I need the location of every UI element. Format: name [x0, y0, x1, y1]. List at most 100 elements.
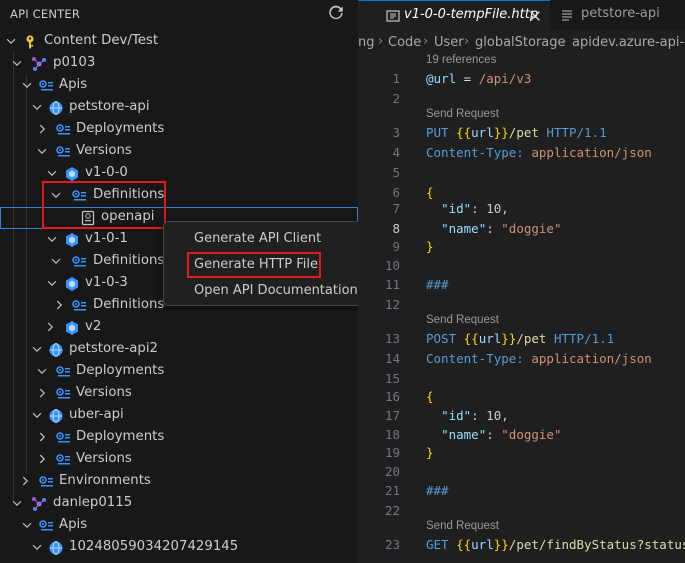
editor-pane: v1-0-0-tempFile.http petstore-api ng › C…: [358, 0, 685, 563]
close-icon[interactable]: [528, 9, 542, 23]
code-token: GET: [426, 537, 449, 552]
settings-group-icon: [55, 144, 71, 160]
code-token: HTTP/1.1: [546, 331, 615, 346]
code-line-23[interactable]: GET {{url}}/pet/findByStatus?status: [426, 537, 685, 552]
line-number: 16: [384, 389, 400, 404]
tree-item-label: Deployments: [76, 363, 165, 378]
tree-item-versions[interactable]: Versions: [0, 141, 358, 163]
tree-item-content-dev-test[interactable]: Content Dev/Test: [0, 31, 358, 53]
code-line-7[interactable]: "id": 10,: [426, 201, 509, 216]
code-line-16[interactable]: {: [426, 389, 434, 404]
code-token: ,: [501, 201, 509, 216]
code-line-6[interactable]: {: [426, 185, 434, 200]
tree-item-deployments[interactable]: Deployments: [0, 427, 358, 449]
code-line-9[interactable]: }: [426, 239, 434, 254]
code-line-17[interactable]: "id": 10,: [426, 408, 509, 423]
breadcrumb-item[interactable]: globalStorage: [475, 35, 566, 50]
tree-item-label: Deployments: [76, 121, 165, 136]
chevron-down-icon: [49, 254, 63, 268]
tree-item-deployments[interactable]: Deployments: [0, 119, 358, 141]
tree-item-apis[interactable]: Apis: [0, 515, 358, 537]
refresh-icon[interactable]: [327, 4, 345, 22]
code-token: {{: [448, 537, 472, 552]
tree-item-deployments[interactable]: Deployments: [0, 361, 358, 383]
tree-item-petstore-api2[interactable]: petstore-api2: [0, 339, 358, 361]
code-token: 10: [486, 408, 502, 423]
code-lens-send-request[interactable]: Send Request: [426, 108, 499, 120]
breadcrumb-item[interactable]: User: [434, 35, 464, 50]
apim-service-icon: [31, 496, 47, 512]
code-line-21[interactable]: ###: [426, 483, 449, 498]
api-globe-icon: [48, 100, 64, 116]
chevron-right-icon: [35, 386, 49, 400]
tree-item-label: Environments: [59, 473, 151, 488]
code-lens-send-request[interactable]: Send Request: [426, 314, 499, 326]
line-number: 20: [384, 464, 400, 479]
tree-item-api-10248059034207429145[interactable]: 10248059034207429145: [0, 537, 358, 559]
tree-item-petstore-api[interactable]: petstore-api: [0, 97, 358, 119]
tab-v1-0-0-tempfile[interactable]: v1-0-0-tempFile.http: [358, 0, 550, 30]
api-globe-icon: [48, 540, 64, 556]
line-number: 14: [384, 351, 400, 366]
line-number-current: 8: [392, 221, 400, 236]
line-number: 18: [384, 427, 400, 442]
tree-item-label: petstore-api: [69, 99, 150, 114]
code-line-1[interactable]: @url = /api/v3: [426, 71, 531, 86]
code-token: :: [471, 408, 487, 423]
code-line-4[interactable]: Content-Type: application/json: [426, 145, 652, 160]
code-lens-references[interactable]: 19 references: [426, 54, 496, 66]
code-token: /api/v3: [478, 71, 532, 86]
settings-group-icon: [38, 474, 54, 490]
code-lens-send-request[interactable]: Send Request: [426, 520, 499, 532]
code-line-11[interactable]: ###: [426, 277, 449, 292]
apim-service-icon: [31, 56, 47, 72]
code-line-14[interactable]: Content-Type: application/json: [426, 351, 652, 366]
code-line-8[interactable]: "name": "doggie": [426, 221, 561, 236]
tree-item-label: v2: [85, 319, 102, 334]
settings-group-icon: [55, 430, 71, 446]
chevron-right-icon: ›: [378, 34, 384, 49]
tree-item-label: Content Dev/Test: [44, 33, 159, 48]
version-cube-icon: [64, 166, 80, 182]
breadcrumb-item[interactable]: apidev.azure-api-ce: [572, 35, 685, 50]
code-token: :: [471, 201, 487, 216]
code-line-13[interactable]: POST {{url}}/pet HTTP/1.1: [426, 331, 614, 346]
line-number: 19: [384, 445, 400, 460]
line-number: 7: [392, 201, 400, 216]
chevron-right-icon: ›: [561, 34, 567, 49]
key-icon: [22, 34, 38, 50]
line-number: 5: [392, 165, 400, 180]
tree-item-p0103[interactable]: p0103: [0, 53, 358, 75]
tree-item-versions[interactable]: Versions: [0, 383, 358, 405]
tree-item-versions[interactable]: Versions: [0, 449, 358, 471]
menu-item-generate-api-client[interactable]: Generate API Client: [194, 231, 321, 246]
line-number: 1: [392, 71, 400, 86]
code-line-19[interactable]: }: [426, 445, 434, 460]
chevron-down-icon: [10, 496, 24, 510]
tree-item-uber-api[interactable]: uber-api: [0, 405, 358, 427]
code-token: :: [486, 427, 502, 442]
code-line-18[interactable]: "name": "doggie": [426, 427, 561, 442]
settings-group-icon: [55, 452, 71, 468]
tree-item-v2[interactable]: v2: [0, 317, 358, 339]
tab-petstore-api[interactable]: petstore-api: [550, 0, 685, 30]
code-token: {{: [448, 125, 472, 140]
chevron-down-icon: [30, 100, 44, 114]
line-number: 12: [384, 297, 400, 312]
code-token: }}: [501, 331, 517, 346]
chevron-down-icon: [20, 78, 34, 92]
version-cube-icon: [64, 276, 80, 292]
menu-item-open-api-documentation[interactable]: Open API Documentation: [194, 283, 358, 298]
breadcrumb-item[interactable]: ng: [358, 35, 375, 50]
breadcrumb-item[interactable]: Code: [388, 35, 421, 50]
settings-group-icon: [38, 78, 54, 94]
chevron-down-icon: [30, 540, 44, 554]
tab-label: v1-0-0-tempFile.http: [404, 7, 539, 22]
code-line-3[interactable]: PUT {{url}}/pet HTTP/1.1: [426, 125, 607, 140]
tree-item-environments[interactable]: Environments: [0, 471, 358, 493]
code-token: :: [486, 221, 502, 236]
chevron-right-icon: [35, 122, 49, 136]
sidebar-header: API CENTER: [0, 0, 358, 31]
tree-item-danlep0115[interactable]: danlep0115: [0, 493, 358, 515]
tree-item-apis[interactable]: Apis: [0, 75, 358, 97]
